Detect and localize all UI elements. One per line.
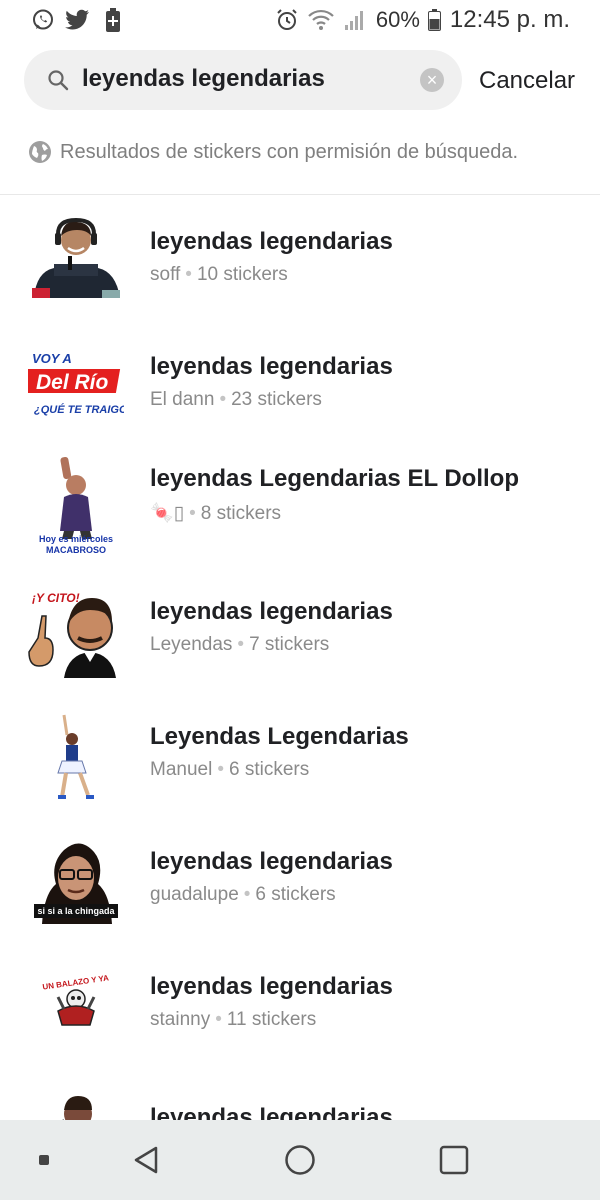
sticker-pack-author: stainny — [150, 1009, 211, 1030]
sticker-caption-line1: Hoy es miércoles — [39, 534, 113, 544]
sticker-pack-thumbnail: Hoy es miércoles MACABROSO — [28, 455, 124, 555]
search-input[interactable]: leyendas legendarias × — [24, 50, 462, 110]
sticker-pack-thumbnail: UN BALAZO Y YA — [28, 963, 124, 1059]
sticker-text-balazo: UN BALAZO Y YA — [42, 973, 110, 991]
sticker-text-que-te-traigo: ¿QUÉ TE TRAIGO? — [34, 403, 124, 416]
sticker-pack-meta: 🍬▯ • 8 stickers — [150, 503, 282, 524]
sticker-caption-line2: MACABROSO — [46, 545, 106, 555]
clear-search-icon[interactable]: × — [420, 68, 444, 92]
sticker-pack-item[interactable]: VOY A Del Río ¿QUÉ TE TRAIGO? leyendas l… — [0, 343, 600, 453]
header-divider — [0, 194, 600, 195]
sticker-pack-meta: guadalupe • 6 stickers — [150, 884, 336, 905]
wifi-icon — [308, 7, 334, 33]
sticker-pack-thumbnail — [28, 713, 124, 809]
sticker-pack-meta: El dann • 23 stickers — [150, 389, 322, 410]
battery-icon — [428, 7, 442, 33]
recents-dot-icon[interactable] — [26, 1142, 62, 1178]
sticker-pack-title: leyendas legendarias — [150, 228, 393, 255]
cancel-button[interactable]: Cancelar — [479, 67, 575, 95]
sticker-pack-author: El dann — [150, 389, 215, 410]
sticker-pack-author: soff — [150, 264, 181, 285]
sticker-pack-count: 8 stickers — [200, 503, 282, 524]
status-bar-left — [30, 7, 126, 33]
alarm-icon — [274, 7, 300, 33]
sticker-pack-meta: stainny • 11 stickers — [150, 1009, 317, 1030]
sticker-pack-count: 11 stickers — [226, 1009, 317, 1030]
search-icon — [46, 68, 70, 92]
sticker-pack-item[interactable]: si si a la chingada leyendas legendarias… — [0, 838, 600, 948]
search-notice-text: Resultados de stickers con permisión de … — [60, 140, 519, 163]
clock-time: 12:45 p. m. — [449, 6, 570, 33]
sticker-pack-item[interactable]: Leyendas Legendarias Manuel • 6 stickers — [0, 713, 600, 823]
sticker-pack-item[interactable]: ¡Y CITO! leyendas legendarias Leyendas • 7… — [0, 588, 600, 698]
search-header: leyendas legendarias × Cancelar — [0, 50, 600, 110]
sticker-pack-count: 7 stickers — [249, 634, 330, 655]
sticker-pack-author: 🍬▯ — [150, 503, 185, 524]
battery-plus-icon — [100, 7, 126, 33]
sticker-pack-author: Manuel — [150, 759, 213, 780]
sticker-pack-meta: Leyendas • 7 stickers — [150, 634, 330, 655]
whatsapp-icon — [30, 7, 56, 33]
status-bar: 60% 12:45 p. m. — [0, 0, 600, 40]
home-icon[interactable] — [282, 1142, 318, 1178]
sticker-pack-title: Leyendas Legendarias — [150, 723, 409, 750]
sticker-pack-meta: soff • 10 stickers — [150, 264, 288, 285]
sticker-pack-thumbnail: VOY A Del Río ¿QUÉ TE TRAIGO? — [19, 343, 135, 439]
sticker-pack-item[interactable]: leyendas legendarias soff • 10 stickers — [0, 217, 600, 328]
signal-icon — [342, 7, 368, 33]
sticker-pack-count: 23 stickers — [231, 389, 322, 410]
sticker-pack-title: leyendas legendarias — [150, 973, 393, 1000]
sticker-pack-meta: Manuel • 6 stickers — [150, 759, 310, 780]
sticker-pack-title: leyendas legendarias — [150, 1104, 393, 1120]
sticker-pack-title: leyendas legendarias — [150, 848, 393, 875]
back-icon[interactable] — [128, 1142, 164, 1178]
battery-percent: 60% — [375, 7, 420, 32]
sticker-text-voy-a: VOY A — [32, 351, 72, 366]
sticker-pack-count: 6 stickers — [228, 759, 310, 780]
globe-icon — [28, 140, 52, 164]
twitter-icon — [65, 7, 91, 33]
sticker-pack-author: Leyendas — [150, 634, 233, 655]
sticker-pack-thumbnail: ¡Y CITO! — [28, 588, 124, 684]
sticker-pack-thumbnail — [28, 1094, 124, 1120]
sticker-pack-title: leyendas Legendarias EL Dollop — [150, 465, 519, 492]
search-notice: Resultados de stickers con permisión de … — [28, 140, 518, 164]
sticker-pack-item[interactable]: Hoy es miércoles MACABROSO leyendas Lege… — [0, 455, 600, 565]
sticker-pack-count: 10 stickers — [196, 264, 288, 285]
sticker-pack-title: leyendas legendarias — [150, 353, 393, 380]
sticker-caption: si si a la chingada — [37, 906, 115, 916]
search-query-text[interactable]: leyendas legendarias — [82, 65, 325, 93]
sticker-text-delrio: Del Río — [36, 371, 109, 394]
sticker-pack-item[interactable]: leyendas legendarias — [0, 1088, 600, 1120]
sticker-text-ycito: ¡Y CITO! — [32, 591, 80, 605]
status-bar-right: 60% 12:45 p. m. — [274, 6, 570, 34]
sticker-pack-item[interactable]: UN BALAZO Y YA leyendas legendarias stai… — [0, 963, 600, 1073]
sticker-pack-title: leyendas legendarias — [150, 598, 393, 625]
sticker-pack-count: 6 stickers — [255, 884, 336, 905]
sticker-pack-thumbnail — [28, 217, 124, 314]
overview-icon[interactable] — [436, 1142, 472, 1178]
sticker-pack-author: guadalupe — [150, 884, 239, 905]
system-nav-bar — [0, 1120, 600, 1200]
sticker-pack-thumbnail: si si a la chingada — [28, 838, 124, 934]
